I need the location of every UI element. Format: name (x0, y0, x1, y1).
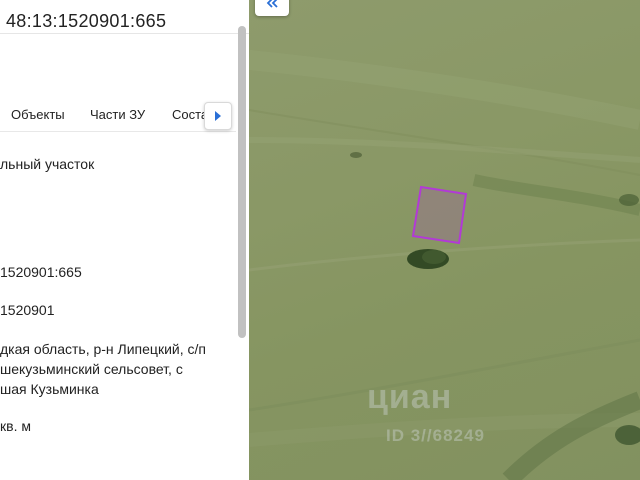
address-line-2: шекузьминский сельсовет, с (0, 361, 183, 377)
parcel-boundary (411, 185, 468, 245)
cadastral-number-title: 48:13:1520901:665 (6, 11, 167, 31)
tab-parts[interactable]: Части ЗУ (90, 107, 145, 122)
tab-composition[interactable]: Соста (172, 107, 208, 122)
caret-right-icon (215, 111, 221, 121)
tab-objects[interactable]: Объекты (11, 107, 65, 122)
panel-scrollbar[interactable] (238, 26, 246, 338)
info-tabs: Объекты Части ЗУ Соста (0, 98, 236, 132)
address-line-3: шая Кузьминка (0, 381, 99, 397)
cadastral-number-value: 1520901:665 (0, 264, 82, 280)
listing-map-view: 48:13:1520901:665 Объекты Части ЗУ Соста… (0, 0, 640, 480)
double-chevron-left-icon (266, 0, 278, 8)
tabs-scroll-right-button[interactable] (204, 102, 232, 130)
land-type-value: льный участок (0, 156, 95, 172)
area-value: кв. м (0, 418, 31, 434)
watermark-id: ID 3//68249 (386, 426, 485, 445)
collapse-panel-button[interactable] (255, 0, 289, 16)
cadastral-quarter-value: 1520901 (0, 302, 55, 318)
panel-header: 48:13:1520901:665 (0, 0, 249, 34)
address-line-1: дкая область, р-н Липецкий, с/п (0, 341, 206, 357)
satellite-map[interactable]: циан ID 3//68249 (249, 0, 640, 480)
parcel-info-panel: 48:13:1520901:665 Объекты Части ЗУ Соста… (0, 0, 249, 480)
watermark-logo: циан (367, 378, 453, 416)
